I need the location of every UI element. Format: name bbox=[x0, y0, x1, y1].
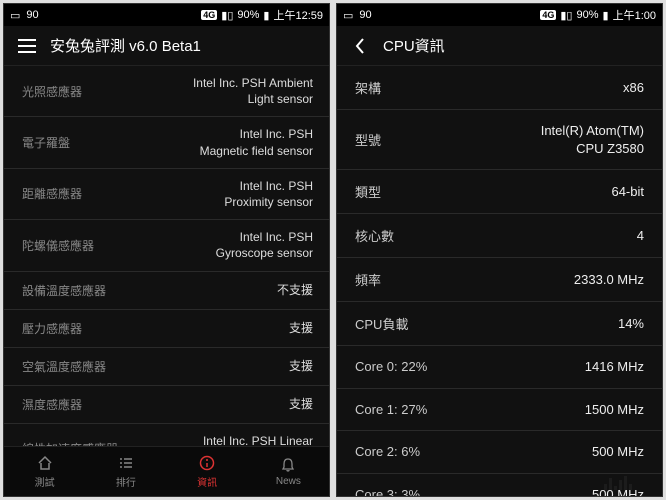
list-row: Core 1: 27% 1500 MHz bbox=[337, 389, 662, 432]
row-label: Core 0: 22% bbox=[355, 359, 427, 374]
row-label: Core 2: 6% bbox=[355, 444, 420, 459]
watermark bbox=[604, 476, 644, 490]
row-value: 14% bbox=[618, 315, 644, 333]
nav-info[interactable]: 資訊 bbox=[167, 447, 248, 496]
status-bar: ▭ 90 4G ▮▯ 90% ▮ 上午1:00 bbox=[337, 4, 662, 26]
row-label: 核心數 bbox=[355, 226, 394, 245]
row-label: 濕度感應器 bbox=[22, 396, 82, 413]
list-icon bbox=[118, 454, 134, 472]
list-row: 設備溫度感應器 不支援 bbox=[4, 272, 329, 310]
row-label: 壓力感應器 bbox=[22, 320, 82, 337]
row-label: Core 3: 3% bbox=[355, 487, 420, 496]
battery-pct: 90% bbox=[237, 9, 259, 21]
row-value: x86 bbox=[623, 79, 644, 97]
signal-icon: ▮▯ bbox=[221, 9, 233, 22]
screenshot-icon: ▭ bbox=[10, 9, 20, 22]
row-label: 架構 bbox=[355, 78, 381, 97]
status-left: ▭ 90 bbox=[343, 9, 372, 22]
battery-pct: 90% bbox=[576, 9, 598, 21]
app-bar: CPU資訊 bbox=[337, 26, 662, 66]
nav-rank[interactable]: 排行 bbox=[85, 447, 166, 496]
row-label: 類型 bbox=[355, 182, 381, 201]
signal-icon: ▮▯ bbox=[560, 9, 572, 22]
nav-label: 資訊 bbox=[197, 474, 217, 489]
clock: 上午1:00 bbox=[613, 7, 656, 23]
row-value: 支援 bbox=[289, 320, 313, 336]
list-row: 頻率 2333.0 MHz bbox=[337, 258, 662, 302]
bottom-nav: 測試 排行 資訊 News bbox=[4, 446, 329, 496]
row-value: Intel(R) Atom(TM)CPU Z3580 bbox=[541, 122, 644, 157]
row-label: Core 1: 27% bbox=[355, 402, 427, 417]
row-label: 距離感應器 bbox=[22, 185, 82, 202]
row-label: 陀螺儀感應器 bbox=[22, 237, 94, 254]
home-icon bbox=[37, 454, 53, 472]
row-value: Intel Inc. PSH LinearAcceleration sensor bbox=[203, 433, 313, 447]
list-row: 架構 x86 bbox=[337, 66, 662, 110]
row-label: 電子羅盤 bbox=[22, 134, 70, 151]
list-row: 距離感應器 Intel Inc. PSHProximity sensor bbox=[4, 169, 329, 220]
status-right: 4G ▮▯ 90% ▮ 上午12:59 bbox=[201, 7, 323, 23]
row-label: 頻率 bbox=[355, 270, 381, 289]
row-label: 光照感應器 bbox=[22, 83, 82, 100]
signal-text: 90 bbox=[359, 9, 371, 21]
phone-right: ▭ 90 4G ▮▯ 90% ▮ 上午1:00 CPU資訊 架構 x86 型號 Int… bbox=[336, 3, 663, 497]
signal-text: 90 bbox=[26, 9, 38, 21]
nav-label: News bbox=[276, 476, 301, 487]
battery-icon: ▮ bbox=[263, 9, 269, 22]
nav-news[interactable]: News bbox=[248, 447, 329, 496]
bell-icon bbox=[280, 456, 296, 474]
list-row: Core 2: 6% 500 MHz bbox=[337, 431, 662, 474]
list-row: 類型 64-bit bbox=[337, 170, 662, 214]
screenshot-icon: ▭ bbox=[343, 9, 353, 22]
status-bar: ▭ 90 4G ▮▯ 90% ▮ 上午12:59 bbox=[4, 4, 329, 26]
list-row: 核心數 4 bbox=[337, 214, 662, 258]
list-row: 型號 Intel(R) Atom(TM)CPU Z3580 bbox=[337, 110, 662, 170]
row-value: 1416 MHz bbox=[585, 358, 644, 376]
app-title: 安兔兔評測 v6.0 Beta1 bbox=[50, 35, 201, 56]
row-value: 500 MHz bbox=[592, 443, 644, 461]
row-value: 64-bit bbox=[611, 183, 644, 201]
list-row: 濕度感應器 支援 bbox=[4, 386, 329, 424]
list-row: 光照感應器 Intel Inc. PSH AmbientLight sensor bbox=[4, 66, 329, 117]
list-row: Core 0: 22% 1416 MHz bbox=[337, 346, 662, 389]
list-row: 電子羅盤 Intel Inc. PSHMagnetic field sensor bbox=[4, 117, 329, 168]
row-label: 空氣溫度感應器 bbox=[22, 358, 106, 375]
back-icon[interactable] bbox=[349, 35, 371, 57]
list-row: CPU負載 14% bbox=[337, 302, 662, 346]
nav-test[interactable]: 測試 bbox=[4, 447, 85, 496]
list-row: 壓力感應器 支援 bbox=[4, 310, 329, 348]
row-value: 2333.0 MHz bbox=[574, 271, 644, 289]
list-row: 陀螺儀感應器 Intel Inc. PSHGyroscope sensor bbox=[4, 220, 329, 271]
clock: 上午12:59 bbox=[273, 7, 323, 23]
row-label: 設備溫度感應器 bbox=[22, 282, 106, 299]
row-value: Intel Inc. PSHProximity sensor bbox=[224, 178, 313, 210]
menu-icon[interactable] bbox=[16, 35, 38, 57]
row-value: Intel Inc. PSHGyroscope sensor bbox=[216, 229, 313, 261]
row-value: 4 bbox=[637, 227, 644, 245]
row-value: 支援 bbox=[289, 358, 313, 374]
status-left: ▭ 90 bbox=[10, 9, 39, 22]
row-label: CPU負載 bbox=[355, 314, 408, 333]
status-right: 4G ▮▯ 90% ▮ 上午1:00 bbox=[540, 7, 656, 23]
row-value: 支援 bbox=[289, 396, 313, 412]
nav-label: 排行 bbox=[116, 474, 136, 489]
sensor-list[interactable]: 光照感應器 Intel Inc. PSH AmbientLight sensor 電… bbox=[4, 66, 329, 446]
nav-label: 測試 bbox=[35, 474, 55, 489]
row-value: Intel Inc. PSHMagnetic field sensor bbox=[200, 126, 313, 158]
network-badge: 4G bbox=[540, 10, 556, 20]
row-label: 型號 bbox=[355, 130, 381, 149]
phone-left: ▭ 90 4G ▮▯ 90% ▮ 上午12:59 安兔兔評測 v6.0 Beta… bbox=[3, 3, 330, 497]
row-value: 1500 MHz bbox=[585, 401, 644, 419]
page-title: CPU資訊 bbox=[383, 35, 445, 56]
list-row: 線性加速度感應器Intel Inc. PSH LinearAcceleratio… bbox=[4, 424, 329, 447]
row-value: 不支援 bbox=[277, 282, 313, 298]
list-row: 空氣溫度感應器 支援 bbox=[4, 348, 329, 386]
info-icon bbox=[199, 454, 215, 472]
row-value: Intel Inc. PSH AmbientLight sensor bbox=[193, 75, 313, 107]
cpu-info-list[interactable]: 架構 x86 型號 Intel(R) Atom(TM)CPU Z3580 類型 64-bi… bbox=[337, 66, 662, 496]
app-bar: 安兔兔評測 v6.0 Beta1 bbox=[4, 26, 329, 66]
battery-icon: ▮ bbox=[603, 9, 609, 22]
network-badge: 4G bbox=[201, 10, 217, 20]
